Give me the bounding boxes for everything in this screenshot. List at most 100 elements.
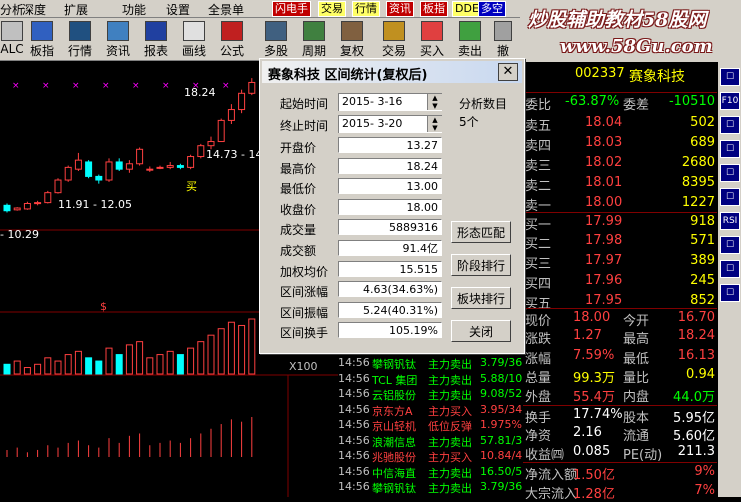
trade-row[interactable]: 14:56 浪潮信息 主力卖出 57.81/3 [338,434,523,449]
close-button[interactable]: 关闭 [451,320,511,342]
tool-buy[interactable]: 买入 [414,20,450,58]
multi-stock-icon [265,21,287,41]
quick-longshort[interactable]: 多空 [478,1,506,17]
signal-marker: × [12,81,20,91]
quick-index[interactable]: 板指 [420,1,448,17]
quick-trade[interactable]: 交易 [318,1,346,17]
trade-row[interactable]: 14:56 云铝股份 主力卖出 9.08/52 [338,387,523,402]
close-icon[interactable]: ✕ [498,63,518,81]
sidebar-button[interactable]: RSI [720,212,740,230]
tool-multi-stock[interactable]: 多股 [258,20,294,58]
calculator-icon [1,21,23,41]
menu-settings[interactable]: 设置 [166,1,190,18]
menu-depth[interactable]: 深度 [22,1,46,18]
sidebar-button[interactable]: ☐ [720,164,740,182]
volume-bar [3,363,11,375]
stat-field-value: 15.515 [338,260,442,277]
stage-rank-button[interactable]: 阶段排行 [451,254,511,276]
candle-body [115,161,123,170]
bid-row[interactable]: 买四 17.96 245 [523,272,717,292]
high-price-label: 18.24 [184,86,216,99]
menu-function[interactable]: 功能 [122,1,146,18]
volume-bar [85,357,93,375]
ask-row[interactable]: 卖二 18.01 8395 [523,174,717,194]
trade-row[interactable]: 14:56 攀钢钒钛 主力卖出 3.79/36 [338,480,523,495]
stat-row: 涨跌 1.27 最高 18.24 [525,328,715,348]
ask-row[interactable]: 卖一 18.00 1227 [523,194,717,214]
sidebar-button[interactable]: ☐ [720,68,740,86]
low-range-label: 11.91 - 12.05 [58,198,132,211]
volume-bar [238,324,246,375]
trade-row[interactable]: 14:56 TCL 集团 主力卖出 5.88/10 [338,372,523,387]
candle-body [197,145,205,158]
quote-icon [69,21,91,41]
stat-row: 收益㈣ 0.085 PE(动) 211.3 [525,444,715,464]
end-time-spinner[interactable]: ▲ ▼ [427,116,442,132]
end-time-input[interactable]: 2015- 3-20 ▲ ▼ [338,115,442,133]
ask-row[interactable]: 卖四 18.03 689 [523,134,717,154]
candle-body [248,81,256,94]
menu-extend[interactable]: 扩展 [64,1,88,18]
quick-flash-trade[interactable]: 闪电手 [272,1,311,17]
signal-marker: × [162,81,170,91]
sidebar-button[interactable]: ☐ [720,140,740,158]
sidebar-button[interactable]: ☐ [720,116,740,134]
tool-sell[interactable]: 卖出 [452,20,488,58]
ask-row[interactable]: 卖三 18.02 2680 [523,154,717,174]
tool-cancel[interactable]: 撤 [490,20,516,58]
tool-quote[interactable]: 行情 [62,20,98,58]
bid-row[interactable]: 买三 17.97 389 [523,252,717,272]
stat-row: 净资 2.16 流通 5.60亿 [525,424,715,444]
sidebar-button[interactable]: ☐ [720,236,740,254]
trade-row[interactable]: 14:56 京山轻机 低位反弹 1.975% [338,418,523,433]
sector-rank-button[interactable]: 板块排行 [451,287,511,309]
tool-formula[interactable]: 公式 [214,20,250,58]
trade-row[interactable]: 14:56 兆驰股份 主力买入 10.84/4 [338,449,523,464]
tool-draw[interactable]: 画线 [176,20,212,58]
candle-body [95,175,103,181]
sidebar-button[interactable]: F10 [720,92,740,110]
signal-marker: × [102,81,110,91]
tool-report[interactable]: 报表 [138,20,174,58]
stat-field-value: 13.27 [338,137,442,153]
volume-bar [207,334,215,375]
bid-row[interactable]: 买一 17.99 918 [523,212,717,233]
draw-line-icon [183,21,205,41]
tool-news[interactable]: 资讯 [100,20,136,58]
start-time-input[interactable]: 2015- 3-16 ▲ ▼ [338,93,442,111]
tool-board-index[interactable]: 板指 [24,20,60,58]
stat-field-label: 成交额 [280,244,317,258]
stat-row: 换手 17.74% 股本 5.95亿 [523,404,717,426]
stat-row: 净流入额 1.50亿 9% [523,462,717,484]
tool-adjust[interactable]: 复权 [334,20,370,58]
pattern-match-button[interactable]: 形态匹配 [451,221,511,243]
quick-quote[interactable]: 行情 [352,1,380,17]
stat-row: 现价 18.00 今开 16.70 [523,308,717,329]
trade-row[interactable]: 14:56 中信海直 主力卖出 16.50/5 [338,465,523,480]
volume-bar [34,363,42,375]
candle-body [23,203,31,210]
volume-bar [248,318,256,375]
volume-bar [115,354,123,375]
signal-marker: × [72,81,80,91]
buy-marker: 买 [186,180,197,193]
sidebar-button[interactable]: ☐ [720,260,740,278]
volume-bar [23,367,31,375]
trade-row[interactable]: 14:56 攀钢钒钛 主力卖出 3.79/36 [338,356,523,371]
sidebar-button[interactable]: ☐ [720,284,740,302]
sidebar-button[interactable]: ☐ [720,188,740,206]
candle-body [176,165,184,168]
tool-period[interactable]: 周期 [296,20,332,58]
menu-analysis[interactable]: 分析 [0,1,24,18]
start-time-spinner[interactable]: ▲ ▼ [427,94,442,110]
bid-row[interactable]: 买二 17.98 571 [523,232,717,252]
stat-field-value: 91.4亿 [338,240,442,256]
menu-panorama[interactable]: 全景单 [208,1,244,18]
tool-trade[interactable]: 交易 [376,20,412,58]
volume-bar [64,354,72,375]
volume-scale-label: X100 [289,360,318,373]
volume-bar [217,328,225,375]
trade-row[interactable]: 14:56 京东方A 主力买入 3.95/34 [338,403,523,418]
ask-row[interactable]: 卖五 18.04 502 [523,114,717,134]
quick-news[interactable]: 资讯 [386,1,414,17]
